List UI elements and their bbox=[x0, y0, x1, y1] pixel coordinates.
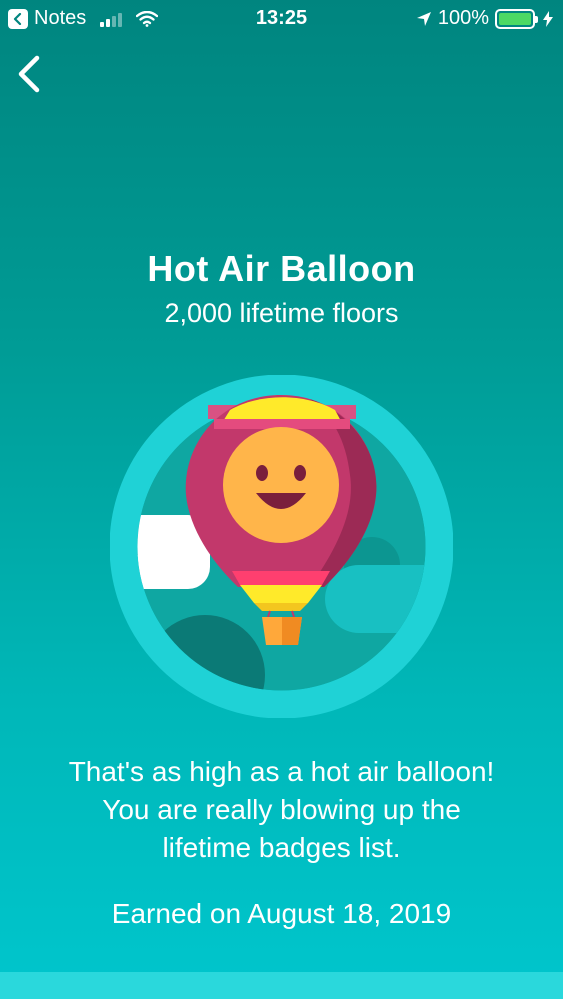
battery-percent: 100% bbox=[437, 7, 489, 29]
earned-date: Earned on August 18, 2019 bbox=[111, 898, 452, 929]
status-bar-right: 100% bbox=[416, 7, 553, 30]
description-line: lifetime badges list. bbox=[162, 832, 401, 863]
hot-air-balloon-badge-icon bbox=[109, 374, 454, 719]
badge-subtitle: 2,000 lifetime floors bbox=[164, 298, 399, 328]
charging-bolt-icon bbox=[543, 10, 553, 27]
battery-fill bbox=[499, 12, 531, 25]
location-arrow-icon bbox=[416, 11, 432, 27]
bottom-action-bar[interactable] bbox=[0, 972, 563, 999]
status-bar-left[interactable]: Notes bbox=[8, 7, 159, 30]
description-line: That's as high as a hot air balloon! bbox=[68, 756, 495, 787]
wifi-icon bbox=[136, 10, 159, 27]
back-to-app-icon[interactable] bbox=[8, 8, 28, 29]
back-button[interactable] bbox=[10, 52, 50, 96]
balloon-face bbox=[223, 427, 339, 543]
description-line: You are really blowing up the bbox=[102, 794, 461, 825]
chevron-left-icon bbox=[18, 55, 40, 93]
badge-description: That's as high as a hot air balloon! You… bbox=[30, 753, 533, 867]
cellular-signal-icon bbox=[100, 11, 123, 27]
back-to-app-label[interactable]: Notes bbox=[34, 7, 86, 30]
battery-icon bbox=[495, 8, 538, 29]
badge-title: Hot Air Balloon bbox=[147, 248, 416, 289]
status-bar: Notes 13:25 100% bbox=[0, 0, 563, 38]
